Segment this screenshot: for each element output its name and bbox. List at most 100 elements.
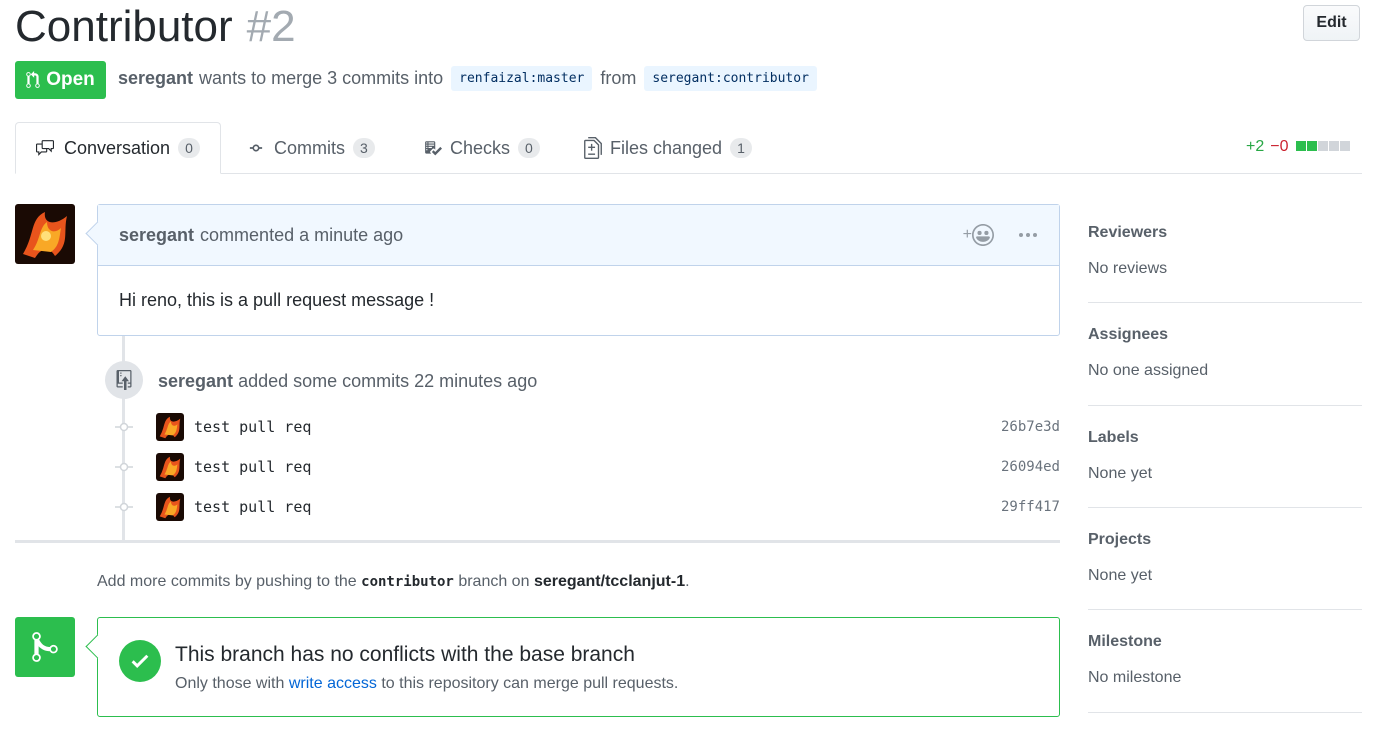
tab-counter: 3 bbox=[353, 138, 375, 158]
tab-label: Checks bbox=[450, 137, 511, 158]
diff-block bbox=[1339, 141, 1350, 151]
hint-middle: branch on bbox=[458, 573, 530, 590]
sidebar-title[interactable]: Labels bbox=[1088, 429, 1362, 447]
pr-title-text: Contributor bbox=[15, 2, 233, 51]
push-description: added some commits 22 minutes ago bbox=[238, 371, 538, 391]
commit-sha-link[interactable]: 29ff417 bbox=[1001, 499, 1060, 515]
merge-title: This branch has no conflicts with the ba… bbox=[175, 643, 635, 666]
merge-sub-suffix: to this repository can merge pull reques… bbox=[381, 675, 679, 692]
tab-label: Commits bbox=[274, 137, 345, 158]
comment-author[interactable]: seregant bbox=[119, 225, 194, 246]
comment-discussion-icon bbox=[36, 140, 54, 156]
check-icon bbox=[119, 640, 161, 682]
commit-icon bbox=[249, 144, 263, 152]
diff-additions: +2 bbox=[1246, 138, 1265, 155]
edit-button[interactable]: Edit bbox=[1303, 5, 1360, 41]
sidebar-value: No one assigned bbox=[1088, 362, 1209, 379]
sidebar-projects[interactable]: Projects None yet bbox=[1088, 512, 1362, 610]
sidebar-title[interactable]: Projects bbox=[1088, 531, 1362, 549]
merge-sub-prefix: Only those with bbox=[175, 675, 285, 692]
hint-branch: contributor bbox=[361, 574, 454, 590]
commit-sha-link[interactable]: 26094ed bbox=[1001, 459, 1060, 475]
push-author[interactable]: seregant bbox=[158, 371, 233, 391]
avatar[interactable] bbox=[156, 413, 184, 441]
diff-block bbox=[1317, 141, 1328, 151]
push-hint: Add more commits by pushing to the contr… bbox=[97, 573, 690, 591]
write-access-link[interactable]: write access bbox=[289, 675, 377, 692]
file-diff-icon bbox=[584, 137, 602, 159]
sidebar-value: None yet bbox=[1088, 567, 1153, 584]
commit-sha-link[interactable]: 26b7e3d bbox=[1001, 419, 1060, 435]
pr-meta: seregant wants to merge 3 commits into r… bbox=[118, 66, 825, 91]
diffstat-blocks bbox=[1295, 138, 1350, 156]
state-badge: Open bbox=[15, 61, 106, 99]
commit-message-link[interactable]: test pull req bbox=[194, 498, 311, 516]
hint-prefix: Add more commits by pushing to the bbox=[97, 573, 357, 590]
pr-title: Contributor #2 bbox=[15, 0, 296, 54]
git-merge-icon bbox=[32, 632, 58, 662]
commit-dot-icon bbox=[115, 422, 133, 432]
comment-timestamp: commented a minute ago bbox=[200, 224, 404, 245]
from-text: from bbox=[600, 68, 637, 88]
sidebar-value: No reviews bbox=[1088, 260, 1168, 277]
merge-text: wants to merge 3 commits into bbox=[199, 68, 444, 88]
checklist-icon bbox=[425, 141, 442, 156]
commit-row: test pull req 26b7e3d bbox=[115, 412, 1060, 442]
tab-commits[interactable]: Commits 3 bbox=[246, 122, 375, 174]
sidebar-title[interactable]: Milestone bbox=[1088, 633, 1362, 651]
sidebar-assignees[interactable]: Assignees No one assigned bbox=[1088, 307, 1362, 406]
sidebar-reviewers[interactable]: Reviewers No reviews bbox=[1088, 205, 1362, 303]
timeline-divider bbox=[15, 540, 1060, 543]
pr-number: #2 bbox=[246, 2, 296, 51]
hint-suffix: . bbox=[685, 573, 690, 590]
diff-deletions: −0 bbox=[1270, 138, 1289, 155]
pr-author-link[interactable]: seregant bbox=[118, 68, 193, 89]
sidebar-title[interactable]: Assignees bbox=[1088, 326, 1362, 344]
diff-block bbox=[1306, 141, 1317, 151]
comment-box: seregant commented a minute ago + Hi ren… bbox=[85, 204, 1060, 336]
sidebar-milestone[interactable]: Milestone No milestone bbox=[1088, 614, 1362, 713]
commit-dot-icon bbox=[115, 502, 133, 512]
tab-label: Conversation bbox=[64, 137, 171, 158]
merge-box: This branch has no conflicts with the ba… bbox=[85, 617, 1060, 717]
commit-message-link[interactable]: test pull req bbox=[194, 418, 311, 436]
base-branch[interactable]: renfaizal:master bbox=[451, 66, 593, 91]
merge-subtitle: Only those with write access to this rep… bbox=[175, 675, 678, 693]
merge-pointer bbox=[85, 634, 110, 659]
repo-push-badge bbox=[105, 361, 143, 399]
repo-push-icon bbox=[116, 370, 132, 390]
hint-repo: seregant/tcclanjut-1 bbox=[533, 573, 686, 590]
merge-status-badge bbox=[15, 617, 75, 677]
sidebar-value: None yet bbox=[1088, 465, 1153, 482]
push-event: seregant added some commits 22 minutes a… bbox=[158, 371, 537, 392]
commit-row: test pull req 29ff417 bbox=[115, 492, 1060, 522]
diff-block bbox=[1328, 141, 1339, 151]
sidebar-title[interactable]: Reviewers bbox=[1088, 224, 1362, 242]
avatar[interactable] bbox=[15, 204, 75, 264]
avatar[interactable] bbox=[156, 493, 184, 521]
diffstat: +2 −0 bbox=[1246, 138, 1350, 156]
tab-counter: 0 bbox=[518, 138, 540, 158]
head-branch[interactable]: seregant:contributor bbox=[644, 66, 817, 91]
comment-body: Hi reno, this is a pull request message … bbox=[119, 290, 435, 310]
tab-counter: 0 bbox=[178, 138, 200, 158]
tab-files-changed[interactable]: Files changed 1 bbox=[584, 122, 752, 174]
tab-conversation[interactable]: Conversation 0 bbox=[15, 122, 221, 174]
add-reaction-button[interactable]: + bbox=[963, 224, 994, 246]
commit-dot-icon bbox=[115, 462, 133, 472]
tab-checks[interactable]: Checks 0 bbox=[424, 122, 540, 174]
phoenix-avatar-image bbox=[15, 204, 75, 264]
sidebar-value: No milestone bbox=[1088, 669, 1182, 686]
diff-block bbox=[1295, 141, 1306, 151]
plus-icon: + bbox=[962, 226, 972, 243]
comment-header: seregant commented a minute ago + bbox=[98, 205, 1059, 266]
pull-request-icon bbox=[26, 71, 40, 88]
comment-actions: + bbox=[963, 224, 1038, 246]
state-label: Open bbox=[46, 69, 95, 90]
avatar[interactable] bbox=[156, 453, 184, 481]
sidebar-labels[interactable]: Labels None yet bbox=[1088, 410, 1362, 508]
kebab-horizontal-icon[interactable] bbox=[1018, 232, 1038, 238]
commit-message-link[interactable]: test pull req bbox=[194, 458, 311, 476]
tab-label: Files changed bbox=[610, 137, 723, 158]
commit-row: test pull req 26094ed bbox=[115, 452, 1060, 482]
